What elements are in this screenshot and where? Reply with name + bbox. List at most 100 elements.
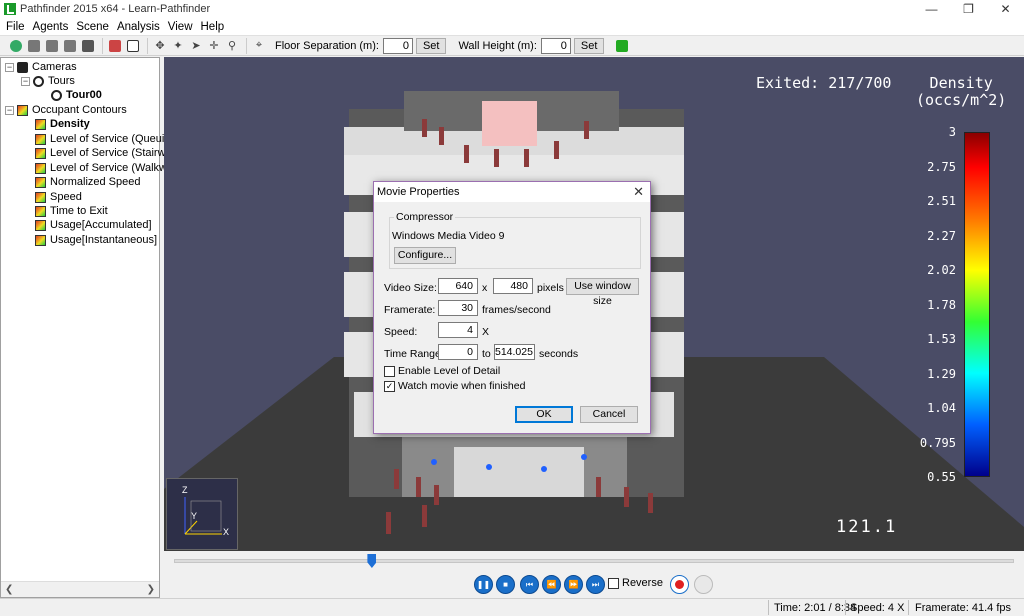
render-mode-icon[interactable] [107, 38, 123, 54]
toolbar-divider [102, 37, 103, 54]
cancel-button[interactable]: Cancel [580, 406, 638, 423]
colorbar-tick: 2.02 [927, 263, 956, 277]
codec-name: Windows Media Video 9 [392, 230, 505, 242]
tree-label: Time to Exit [50, 205, 108, 217]
menu-file[interactable]: File [2, 21, 29, 33]
tree-item-tours[interactable]: − Tours [21, 74, 75, 88]
contour-icon [17, 104, 28, 116]
select-pointer-icon[interactable]: ➤ [188, 38, 204, 54]
tree-item-usage-instantaneous[interactable]: Usage[Instantaneous] [35, 233, 157, 247]
video-height-input[interactable]: 480 [493, 278, 533, 294]
skip-to-end-button[interactable]: ⏭ [586, 575, 605, 594]
video-width-input[interactable]: 640 [438, 278, 478, 294]
reverse-checkbox[interactable] [608, 577, 619, 589]
toolbar-divider [246, 37, 247, 54]
pan-icon[interactable]: ✛ [206, 38, 222, 54]
menu-scene[interactable]: Scene [72, 21, 113, 33]
tree-label: Tour00 [66, 89, 102, 101]
enable-lod-checkbox[interactable] [384, 365, 395, 377]
timeline-track[interactable] [174, 559, 1014, 563]
framerate-input[interactable]: 30 [438, 300, 478, 316]
view-side-icon[interactable] [62, 38, 78, 54]
enable-lod-option[interactable]: Enable Level of Detail [384, 365, 500, 377]
timeline-thumb[interactable] [367, 554, 377, 568]
view-front-icon[interactable] [44, 38, 60, 54]
time-range-start-input[interactable]: 0 [438, 344, 478, 360]
tree-item-los-stairway[interactable]: Level of Service (Stairway [35, 146, 177, 160]
menu-agents[interactable]: Agents [29, 21, 73, 33]
tree-item-time-to-exit[interactable]: Time to Exit [35, 204, 108, 218]
pause-button[interactable]: ❚❚ [474, 575, 493, 594]
menu-help[interactable]: Help [197, 21, 229, 33]
tree-item-los-queuing[interactable]: Level of Service (Queuing [35, 132, 177, 146]
colorbar-tick: 2.51 [927, 194, 956, 208]
axis-x-label: X [223, 527, 230, 537]
status-bar: Time: 2:01 / 8:34 Speed: 4 X Framerate: … [0, 598, 1024, 616]
zoom-icon[interactable]: ⚲ [224, 38, 240, 54]
dialog-close-icon[interactable]: ✕ [633, 184, 644, 200]
tree-item-cameras[interactable]: − Cameras [5, 60, 77, 74]
tree-item-normalized-speed[interactable]: Normalized Speed [35, 175, 141, 189]
navigation-tree: − Cameras − Tours Tour00 − Occupant Cont… [0, 57, 179, 598]
watch-movie-checkbox[interactable]: ✓ [384, 380, 395, 392]
floor-separation-set-button[interactable]: Set [415, 37, 447, 54]
compressor-label: Compressor [394, 211, 456, 223]
menu-analysis[interactable]: Analysis [113, 21, 164, 33]
contour-icon [35, 147, 46, 159]
tree-item-usage-accumulated[interactable]: Usage[Accumulated] [35, 218, 152, 232]
floor-separation-input[interactable]: 0 [382, 37, 413, 54]
ok-button[interactable]: OK [515, 406, 573, 423]
close-window-button[interactable]: ✕ [987, 0, 1024, 18]
contour-icon [35, 162, 46, 174]
fast-forward-button[interactable]: ⏩ [564, 575, 583, 594]
tree-item-density[interactable]: Density [35, 117, 90, 131]
rewind-button[interactable]: ⏪ [542, 575, 561, 594]
watch-movie-option[interactable]: ✓ Watch movie when finished [384, 380, 525, 392]
dialog-title-bar: Movie Properties ✕ [374, 182, 650, 202]
agents-icon[interactable] [614, 38, 630, 54]
toolbar-divider [147, 37, 148, 54]
collapse-icon[interactable]: − [5, 105, 14, 115]
contour-icon [35, 118, 46, 130]
globe-icon[interactable] [8, 38, 24, 54]
orbit-icon[interactable]: ✥ [152, 38, 168, 54]
scroll-left-icon[interactable]: ❮ [5, 584, 13, 595]
minimize-button[interactable]: — [913, 0, 950, 18]
record-button[interactable] [670, 575, 689, 594]
tree-item-occupant-contours[interactable]: − Occupant Contours [5, 103, 127, 117]
collapse-icon[interactable]: − [21, 76, 30, 86]
time-range-end-input[interactable]: 514.025 [494, 344, 535, 360]
tree-item-tour00[interactable]: Tour00 [51, 88, 102, 102]
record-stop-button[interactable] [694, 575, 713, 594]
stop-button[interactable]: ■ [496, 575, 515, 594]
skip-forward-icon: ⏭ [591, 579, 600, 589]
skip-to-start-button[interactable]: ⏮ [520, 575, 539, 594]
tour-icon [33, 75, 44, 87]
tree-item-speed[interactable]: Speed [35, 190, 82, 204]
tree-horizontal-scrollbar[interactable]: ❮ ❯ [1, 581, 159, 597]
scroll-right-icon[interactable]: ❯ [147, 584, 155, 595]
collapse-icon[interactable]: − [5, 62, 14, 72]
timeline-slider[interactable] [164, 551, 1024, 571]
wall-height-set-button[interactable]: Set [573, 37, 605, 54]
wall-height-input[interactable]: 0 [540, 37, 571, 54]
tree-label: Level of Service (Stairway [50, 147, 178, 159]
wireframe-icon[interactable] [125, 38, 141, 54]
menu-view[interactable]: View [164, 21, 197, 33]
configure-button[interactable]: Configure... [394, 247, 456, 264]
skip-back-icon: ⏮ [525, 579, 534, 589]
tree-label: Usage[Instantaneous] [50, 234, 158, 246]
view-iso-icon[interactable] [80, 38, 96, 54]
walk-icon[interactable]: ✦ [170, 38, 186, 54]
speed-input[interactable]: 4 [438, 322, 478, 338]
fit-view-icon[interactable]: ⌖ [251, 38, 267, 54]
reverse-toggle[interactable]: Reverse [608, 577, 663, 589]
status-divider [845, 600, 846, 615]
maximize-button[interactable]: ❐ [950, 0, 987, 18]
tree-label: Density [50, 118, 90, 130]
status-time: Time: 2:01 / 8:34 [774, 602, 857, 614]
use-window-size-button[interactable]: Use window size [566, 278, 639, 307]
dialog-title: Movie Properties [377, 186, 460, 198]
tree-item-los-walkway[interactable]: Level of Service (Walkway [35, 161, 179, 175]
view-top-icon[interactable] [26, 38, 42, 54]
